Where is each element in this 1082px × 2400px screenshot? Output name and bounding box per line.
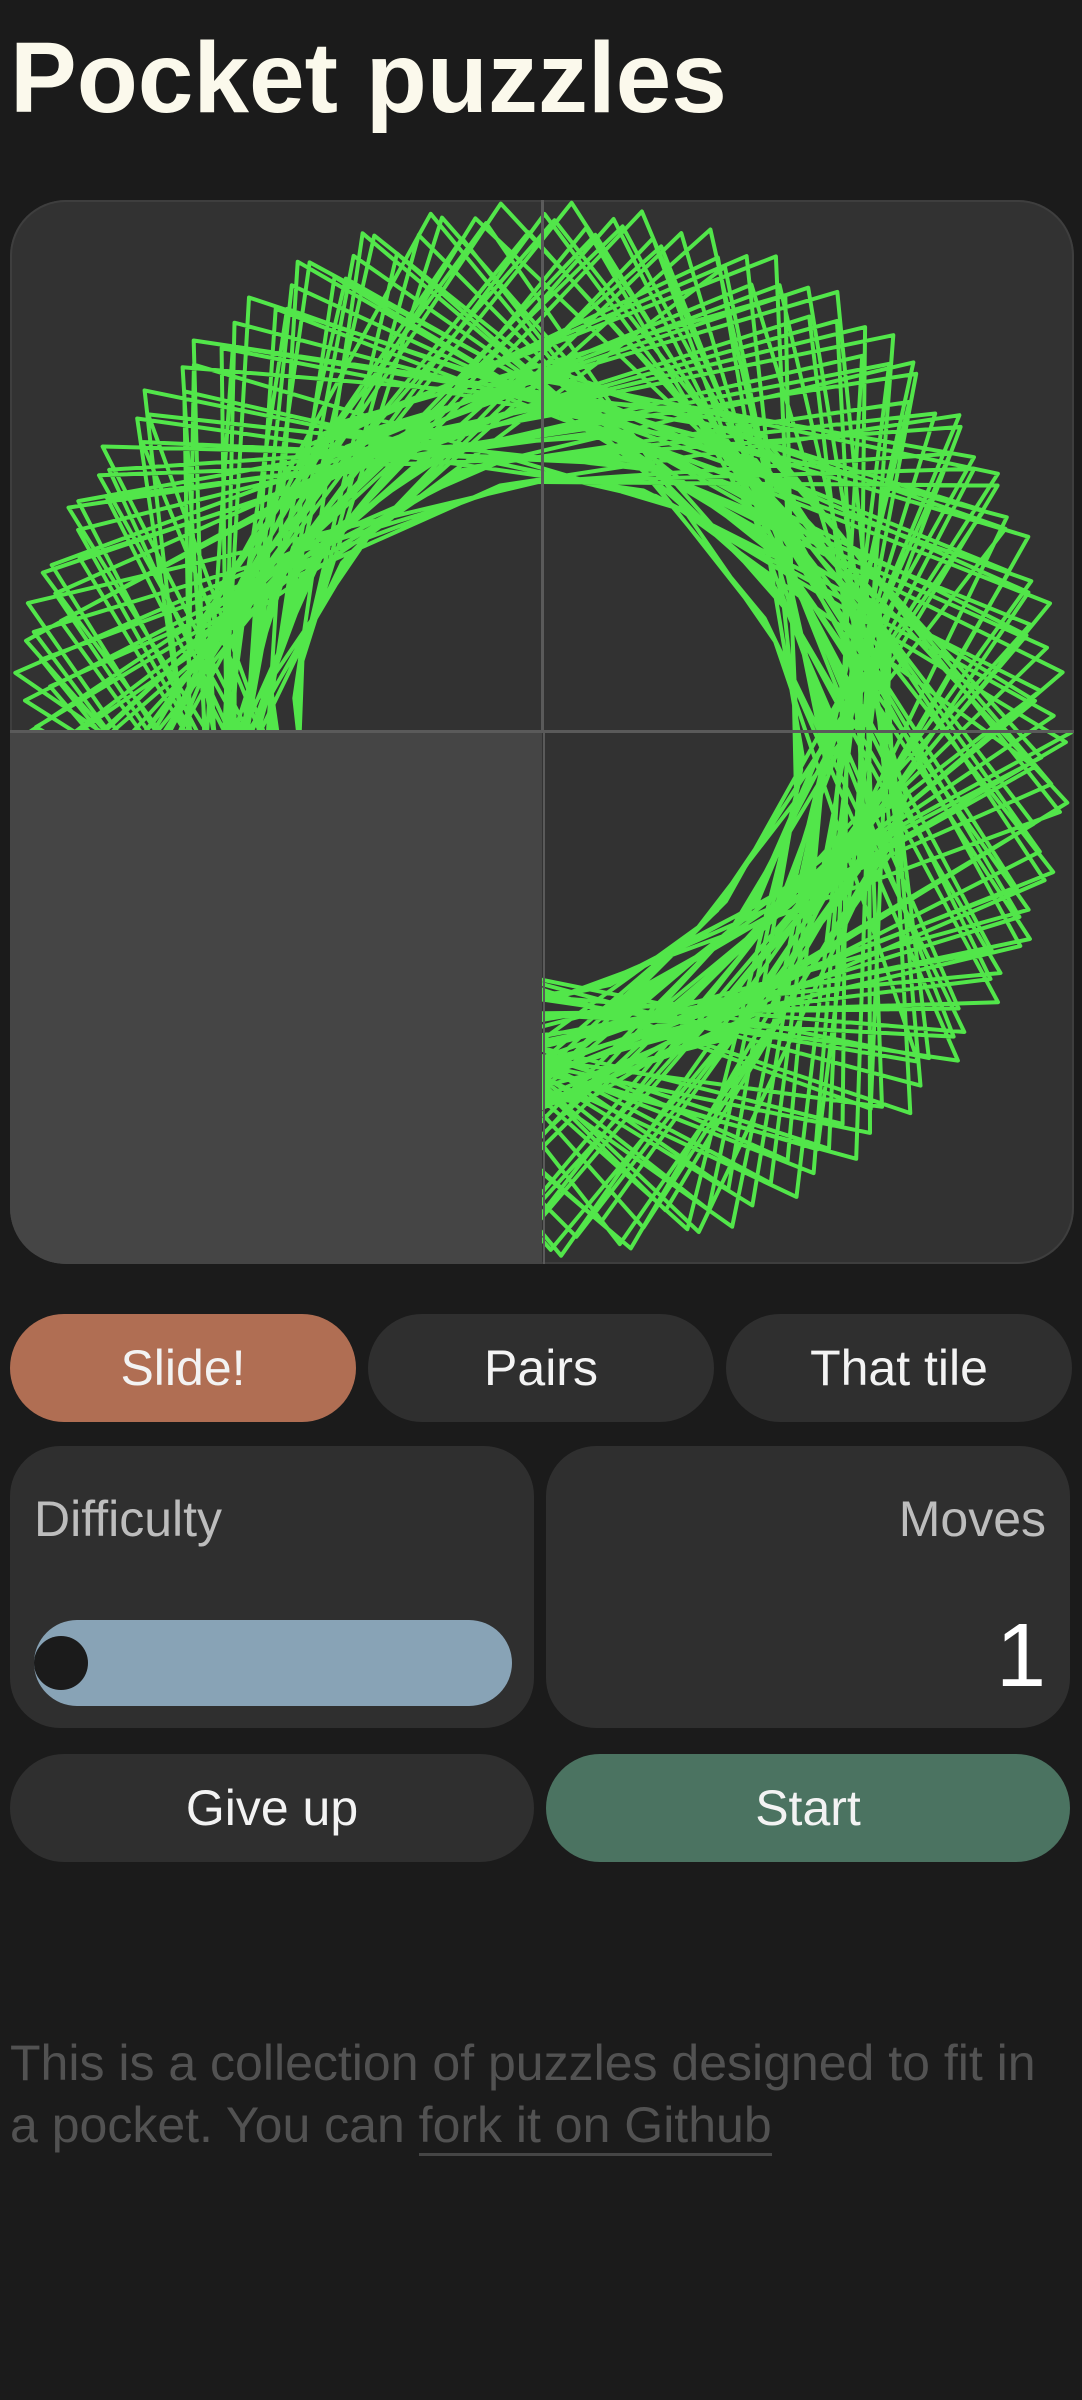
spirograph-stroke [542, 200, 1072, 732]
puzzle-tile[interactable] [10, 200, 542, 732]
tab-slide[interactable]: Slide! [10, 1314, 356, 1422]
tile-art [542, 200, 1072, 732]
moves-card: Moves 1 [546, 1446, 1070, 1728]
slider-knob[interactable] [34, 1636, 88, 1690]
tab-pairs[interactable]: Pairs [368, 1314, 714, 1422]
spirograph-stroke [13, 201, 542, 732]
tile-divider [543, 732, 545, 1264]
start-button[interactable]: Start [546, 1754, 1070, 1862]
empty-tile-slot[interactable] [10, 732, 542, 1264]
puzzle-tile[interactable] [542, 732, 1074, 1264]
tile-divider [10, 730, 1074, 733]
tile-art [13, 201, 542, 732]
give-up-button[interactable]: Give up [10, 1754, 534, 1862]
difficulty-card: Difficulty [10, 1446, 534, 1728]
footer-description: This is a collection of puzzles designed… [10, 2032, 1070, 2156]
tile-divider [541, 200, 544, 732]
moves-count: 1 [995, 1606, 1046, 1706]
puzzle-tile[interactable] [542, 200, 1074, 732]
tile-art [542, 732, 1073, 1258]
github-link[interactable]: fork it on Github [418, 2097, 772, 2156]
tab-that-tile[interactable]: That tile [726, 1314, 1072, 1422]
difficulty-label: Difficulty [34, 1491, 223, 1547]
puzzle-board [10, 200, 1074, 1264]
spirograph-stroke [542, 732, 1073, 1258]
page-title: Pocket puzzles [10, 22, 727, 134]
moves-label: Moves [898, 1491, 1046, 1547]
puzzle-tabs: Slide! Pairs That tile [10, 1314, 1072, 1422]
difficulty-slider[interactable] [34, 1620, 512, 1706]
